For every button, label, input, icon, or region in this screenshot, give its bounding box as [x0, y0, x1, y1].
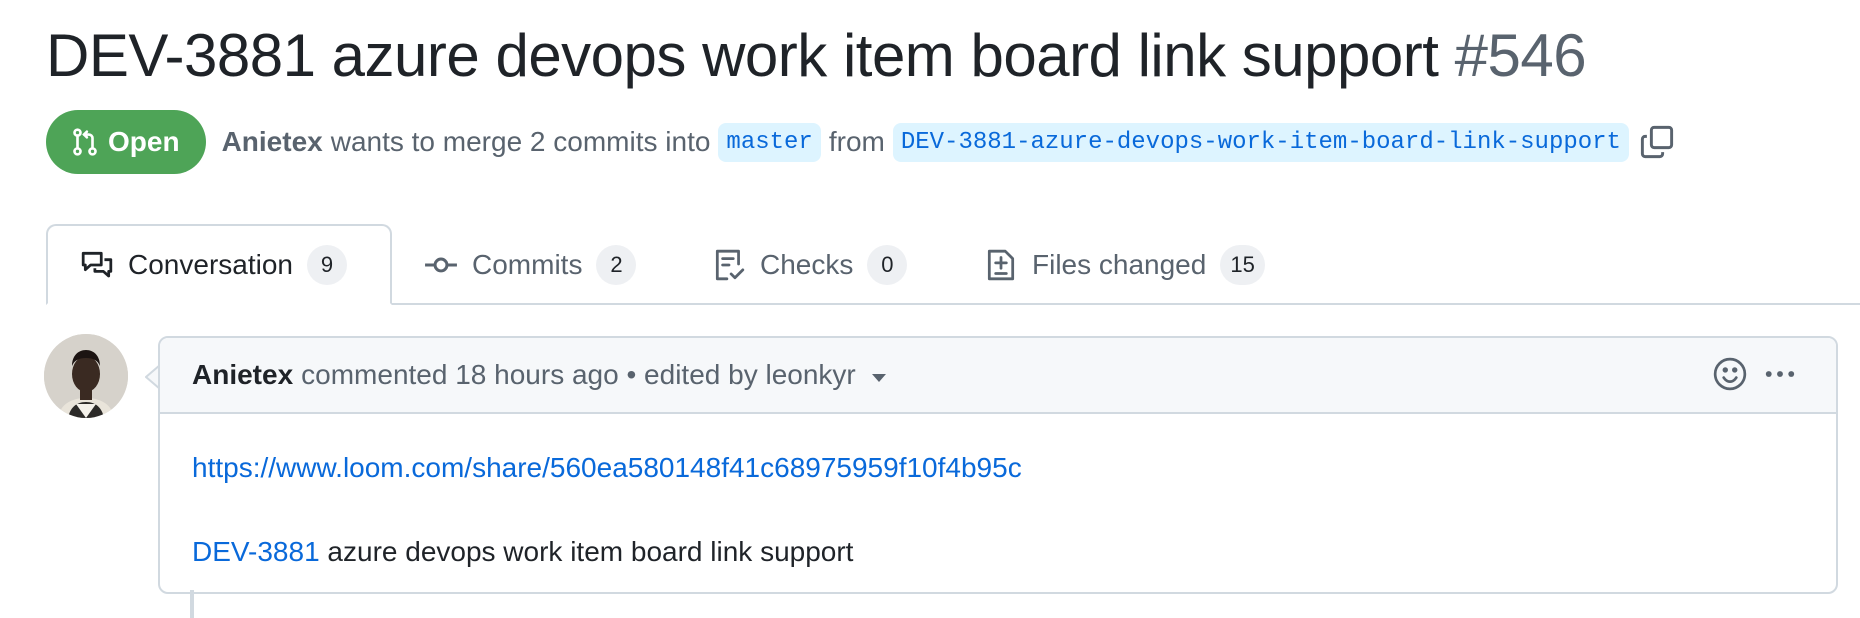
pr-meta: Open Anietex wants to merge 2 commits in… [46, 110, 1675, 174]
issue-title: azure devops work item board link suppor… [327, 536, 854, 567]
copy-icon[interactable] [1639, 124, 1675, 160]
comment-paragraph: https://www.loom.com/share/560ea580148f4… [192, 448, 1836, 488]
pr-title: DEV-3881 azure devops work item board li… [46, 16, 1587, 96]
tab-commits[interactable]: Commits 2 [424, 224, 637, 305]
git-commit-icon [425, 257, 457, 272]
tab-checks[interactable]: Checks 0 [712, 224, 908, 305]
tab-label: Files changed [1032, 248, 1207, 280]
kebab-horizontal-icon[interactable] [1762, 356, 1798, 392]
tab-counter: 2 [596, 244, 637, 285]
comment-box: Anietex commented 18 hours ago • edited … [158, 336, 1838, 594]
tab-label: Commits [472, 248, 583, 280]
issue-link[interactable]: DEV-3881 [192, 536, 320, 567]
comment-discussion-icon [81, 251, 113, 277]
smiley-icon[interactable] [1712, 356, 1748, 392]
from-text: from [828, 126, 885, 157]
git-pull-request-icon [73, 128, 97, 156]
comment-header: Anietex commented 18 hours ago • edited … [160, 338, 1836, 414]
comment-author[interactable]: Anietex [192, 359, 293, 391]
pr-tabs: Conversation 9 Commits 2 Checks 0 Files … [0, 224, 1860, 305]
comment-actions [1712, 356, 1798, 392]
tab-counter: 0 [867, 244, 908, 285]
comment-body: https://www.loom.com/share/560ea580148f4… [160, 414, 1836, 572]
pr-title-text: DEV-3881 azure devops work item board li… [46, 22, 1439, 89]
base-branch[interactable]: master [718, 122, 821, 162]
tab-counter: 9 [306, 244, 347, 285]
comment-meta: commented 18 hours ago • edited by leonk… [301, 359, 856, 390]
status-badge: Open [46, 110, 206, 174]
status-label: Open [108, 126, 180, 157]
pr-number: #546 [1454, 22, 1587, 89]
avatar-image [44, 334, 128, 418]
loom-link[interactable]: https://www.loom.com/share/560ea580148f4… [192, 452, 1022, 483]
timeline-line [190, 590, 194, 618]
tab-label: Checks [760, 248, 854, 280]
avatar[interactable] [44, 334, 128, 418]
checklist-icon [715, 249, 745, 280]
tab-files-changed[interactable]: Files changed 15 [984, 224, 1265, 305]
tab-counter: 15 [1220, 244, 1265, 285]
pr-author-link[interactable]: Anietex [222, 126, 323, 158]
file-diff-icon [987, 249, 1015, 280]
merge-text: wants to merge 2 commits into [330, 126, 711, 157]
chevron-down-icon[interactable] [870, 373, 888, 383]
head-branch[interactable]: DEV-3881-azure-devops-work-item-board-li… [892, 122, 1629, 162]
tab-label: Conversation [128, 248, 293, 280]
tab-conversation[interactable]: Conversation 9 [46, 224, 392, 305]
comment-paragraph: DEV-3881 azure devops work item board li… [192, 532, 1836, 572]
